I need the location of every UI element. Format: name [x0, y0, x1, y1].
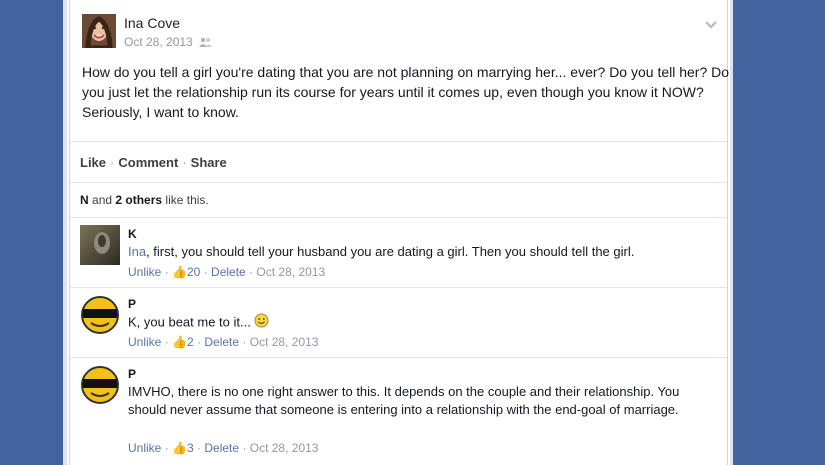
comment-item: P K, you beat me to it... Unlike · 👍2 · …	[70, 287, 727, 357]
post-card: Ina Cove Oct 28, 2013 How do you tell a …	[63, 0, 733, 465]
comment-text: IMVHO, there is no one right answer to t…	[128, 384, 680, 417]
commenter-name[interactable]: K	[128, 227, 137, 241]
post-meta: Oct 28, 2013	[124, 35, 213, 50]
comment-text: K, you beat me to it...	[128, 313, 718, 333]
divider	[70, 182, 727, 183]
thumbs-up-icon[interactable]: 👍2	[172, 335, 194, 349]
thumbs-up-icon[interactable]: 👍20	[172, 265, 200, 279]
separator: ·	[197, 441, 202, 455]
separator: ·	[164, 335, 169, 349]
share-button[interactable]: Share	[191, 155, 227, 170]
comment-text: Ina, first, you should tell your husband…	[128, 243, 718, 261]
liker-name[interactable]: N	[80, 193, 89, 207]
comment-like-count[interactable]: 2	[187, 335, 194, 349]
unlike-button[interactable]: Unlike	[128, 335, 161, 349]
comment-body: K, you beat me to it...	[128, 314, 251, 330]
mention-link[interactable]: Ina	[128, 244, 146, 259]
chevron-down-icon[interactable]	[705, 17, 717, 29]
separator: ·	[203, 265, 208, 279]
comment-item: P IMVHO, there is no one right answer to…	[70, 357, 727, 465]
likes-and: and	[92, 193, 113, 207]
unlike-button[interactable]: Unlike	[128, 441, 161, 455]
separator: ·	[164, 265, 169, 279]
comment-body: , first, you should tell your husband yo…	[146, 244, 635, 259]
likes-suffix: like this.	[165, 193, 209, 207]
separator: ·	[110, 155, 115, 170]
separator: ·	[197, 335, 202, 349]
separator: ·	[242, 335, 247, 349]
comment-footer: Unlike · 👍2 · Delete · Oct 28, 2013	[128, 335, 318, 349]
likes-summary: N and 2 others like this.	[80, 193, 209, 207]
separator: ·	[249, 265, 254, 279]
delete-button[interactable]: Delete	[204, 441, 239, 455]
thumbs-up-icon[interactable]: 👍3	[172, 441, 194, 455]
author-avatar[interactable]	[82, 14, 116, 48]
smiley-icon	[254, 313, 269, 333]
post-actions: Like · Comment · Share	[80, 155, 227, 170]
comment-like-count[interactable]: 3	[187, 441, 194, 455]
separator: ·	[242, 441, 247, 455]
like-button[interactable]: Like	[80, 155, 106, 170]
likers-others-link[interactable]: 2 others	[115, 193, 162, 207]
post-card-inner: Ina Cove Oct 28, 2013 How do you tell a …	[69, 0, 729, 465]
commenter-name[interactable]: P	[128, 297, 136, 311]
commenter-name[interactable]: P	[128, 367, 136, 381]
comment-button[interactable]: Comment	[118, 155, 178, 170]
separator: ·	[182, 155, 187, 170]
delete-button[interactable]: Delete	[204, 335, 239, 349]
author-name[interactable]: Ina Cove	[124, 15, 180, 31]
comment-date[interactable]: Oct 28, 2013	[250, 441, 319, 455]
commenter-avatar[interactable]	[80, 225, 120, 265]
delete-button[interactable]: Delete	[211, 265, 246, 279]
commenter-avatar[interactable]	[80, 295, 120, 335]
separator: ·	[164, 441, 169, 455]
comment-date[interactable]: Oct 28, 2013	[250, 335, 319, 349]
comment-footer: Unlike · 👍3 · Delete · Oct 28, 2013	[128, 441, 318, 455]
comment-like-count[interactable]: 20	[187, 265, 200, 279]
friends-privacy-icon[interactable]	[199, 36, 213, 50]
comment-item: K Ina, first, you should tell your husba…	[70, 217, 727, 287]
comment-footer: Unlike · 👍20 · Delete · Oct 28, 2013	[128, 265, 325, 279]
commenter-avatar[interactable]	[80, 365, 120, 405]
post-date[interactable]: Oct 28, 2013	[124, 35, 193, 49]
comment-date[interactable]: Oct 28, 2013	[256, 265, 325, 279]
unlike-button[interactable]: Unlike	[128, 265, 161, 279]
divider	[70, 141, 727, 142]
post-text: How do you tell a girl you're dating tha…	[82, 64, 730, 120]
